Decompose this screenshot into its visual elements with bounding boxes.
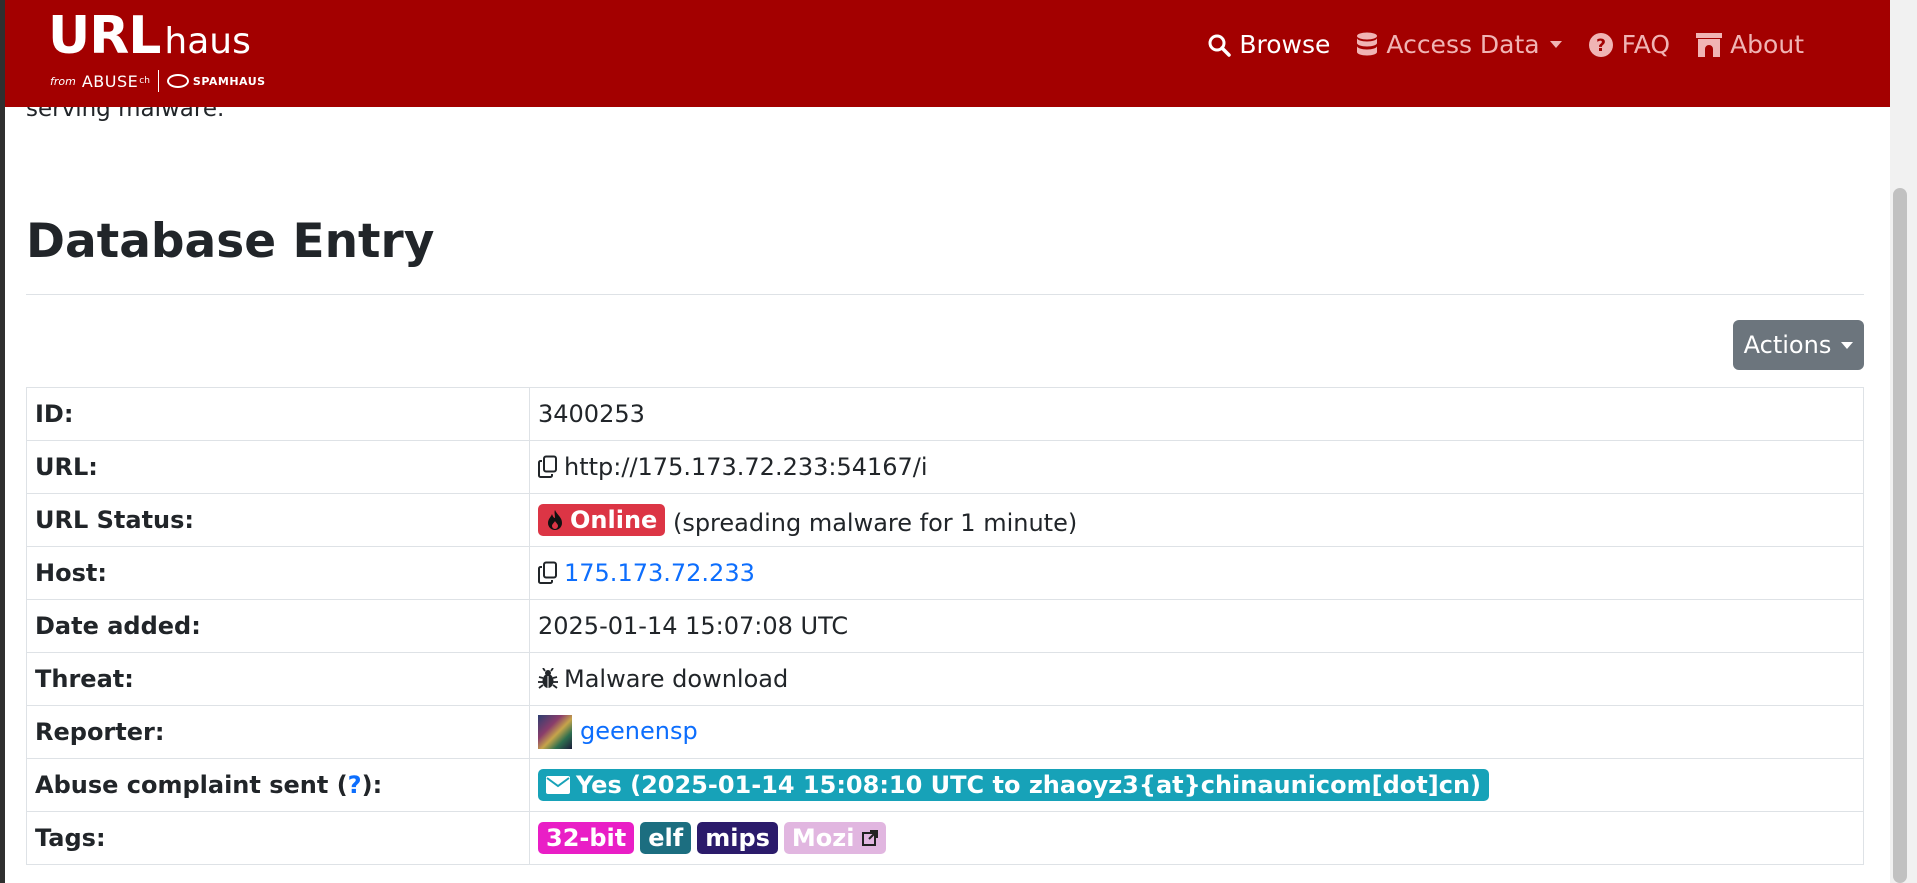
tags-cell: 32-bit elf mips Mozi <box>529 811 1864 865</box>
nav-access-data[interactable]: Access Data <box>1356 30 1562 59</box>
logo-subline: from ABUSE ch SPAMHAUS <box>50 70 266 92</box>
fire-icon <box>548 509 562 530</box>
online-status-label: Online <box>570 505 658 534</box>
nav-faq-label: FAQ <box>1621 30 1671 59</box>
status-cell: Online (spreading malware for 1 minute) <box>529 493 1864 547</box>
nav-about[interactable]: About <box>1696 30 1804 59</box>
actions-dropdown-button[interactable]: Actions <box>1733 320 1864 370</box>
host-cell: 175.173.72.233 <box>529 546 1864 600</box>
date-added-value: 2025-01-14 15:07:08 UTC <box>529 599 1864 653</box>
host-label: Host: <box>26 546 530 600</box>
logo-divider <box>157 70 159 92</box>
table-row: Threat: Malware download <box>26 652 1864 706</box>
nav-faq[interactable]: ? FAQ <box>1588 30 1670 59</box>
table-row: Host: 175.173.72.233 <box>26 546 1864 600</box>
database-icon <box>1357 32 1378 55</box>
abuse-complaint-label: Abuse complaint sent (?): <box>26 758 530 812</box>
logo-abuse-text: ABUSE <box>81 71 139 91</box>
chevron-down-icon <box>1841 341 1854 349</box>
external-link-icon <box>862 830 879 846</box>
nav-browse[interactable]: Browse <box>1207 30 1330 59</box>
reporter-link[interactable]: geenensp <box>580 717 698 745</box>
search-icon <box>1208 34 1232 57</box>
threat-value: Malware download <box>564 665 789 693</box>
table-row: ID: 3400253 <box>26 387 1864 441</box>
window-left-border <box>0 0 5 883</box>
tag-mips[interactable]: mips <box>697 822 778 854</box>
tag-32-bit[interactable]: 32-bit <box>538 822 635 854</box>
status-note: (spreading malware for 1 minute) <box>672 508 1078 537</box>
logo-url-text: URL <box>48 6 161 66</box>
date-added-label: Date added: <box>26 599 530 653</box>
spamhaus-logo: SPAMHAUS <box>166 74 266 88</box>
envelope-icon <box>546 776 570 794</box>
copy-icon[interactable] <box>538 455 558 479</box>
host-link[interactable]: 175.173.72.233 <box>564 559 755 587</box>
svg-text:?: ? <box>1596 36 1606 56</box>
threat-label: Threat: <box>26 652 530 706</box>
url-value: http://175.173.72.233:54167/i <box>564 453 928 481</box>
bug-icon <box>538 667 558 689</box>
abuse-label-post: ): <box>361 771 383 799</box>
tag-mozi[interactable]: Mozi <box>783 822 887 854</box>
nav-browse-label: Browse <box>1239 30 1331 59</box>
url-cell: http://175.173.72.233:54167/i <box>529 440 1864 494</box>
table-row: URL: http://175.173.72.233:54167/i <box>26 440 1864 494</box>
table-row: URL Status: Online (spreading malware fo… <box>26 493 1864 547</box>
online-status-badge: Online <box>538 503 666 536</box>
abuse-complaint-badge: Yes (2025-01-14 15:08:10 UTC to zhaoyz3{… <box>538 769 1490 801</box>
table-row: Abuse complaint sent (?): Yes (2025-01-1… <box>26 758 1864 812</box>
table-row: Date added: 2025-01-14 15:07:08 UTC <box>26 599 1864 653</box>
reporter-label: Reporter: <box>26 705 530 759</box>
logo-from-text: from <box>50 74 76 88</box>
spamhaus-mark-icon <box>166 74 189 88</box>
main-nav: Browse Access Data ? FAQ About <box>1181 30 1804 59</box>
navbar: URL haus from ABUSE ch SPAMHAUS Browse Acc… <box>5 0 1890 107</box>
logo-haus-text: haus <box>164 21 251 62</box>
id-label: ID: <box>26 387 530 441</box>
threat-cell: Malware download <box>529 652 1864 706</box>
nav-about-label: About <box>1730 30 1804 59</box>
archway-icon <box>1696 32 1723 57</box>
question-circle-icon: ? <box>1588 32 1613 57</box>
spamhaus-text: SPAMHAUS <box>192 74 266 88</box>
url-label: URL: <box>26 440 530 494</box>
title-divider <box>26 294 1864 295</box>
abuse-help-link[interactable]: ? <box>348 771 362 799</box>
tag-mozi-label: Mozi <box>791 824 855 852</box>
id-value: 3400253 <box>529 387 1864 441</box>
abuse-label-pre: Abuse complaint sent ( <box>35 771 348 799</box>
chevron-down-icon <box>1549 41 1562 48</box>
table-row: Tags: 32-bit elf mips Mozi <box>26 811 1864 865</box>
database-entry-table: ID: 3400253 URL: http://175.173.72.233:5… <box>26 387 1864 865</box>
abuse-complaint-value: Yes (2025-01-14 15:08:10 UTC to zhaoyz3{… <box>576 771 1482 799</box>
logo-ch-text: ch <box>139 76 150 86</box>
copy-icon[interactable] <box>538 561 558 585</box>
reporter-avatar <box>538 715 572 749</box>
page-title: Database Entry <box>26 214 435 269</box>
tags-label: Tags: <box>26 811 530 865</box>
status-label: URL Status: <box>26 493 530 547</box>
reporter-cell: geenensp <box>529 705 1864 759</box>
tag-elf[interactable]: elf <box>640 822 692 854</box>
actions-label: Actions <box>1743 331 1832 359</box>
scrollbar-thumb[interactable] <box>1893 188 1907 883</box>
table-row: Reporter: geenensp <box>26 705 1864 759</box>
nav-access-data-label: Access Data <box>1386 30 1540 59</box>
abuse-complaint-cell: Yes (2025-01-14 15:08:10 UTC to zhaoyz3{… <box>529 758 1864 812</box>
